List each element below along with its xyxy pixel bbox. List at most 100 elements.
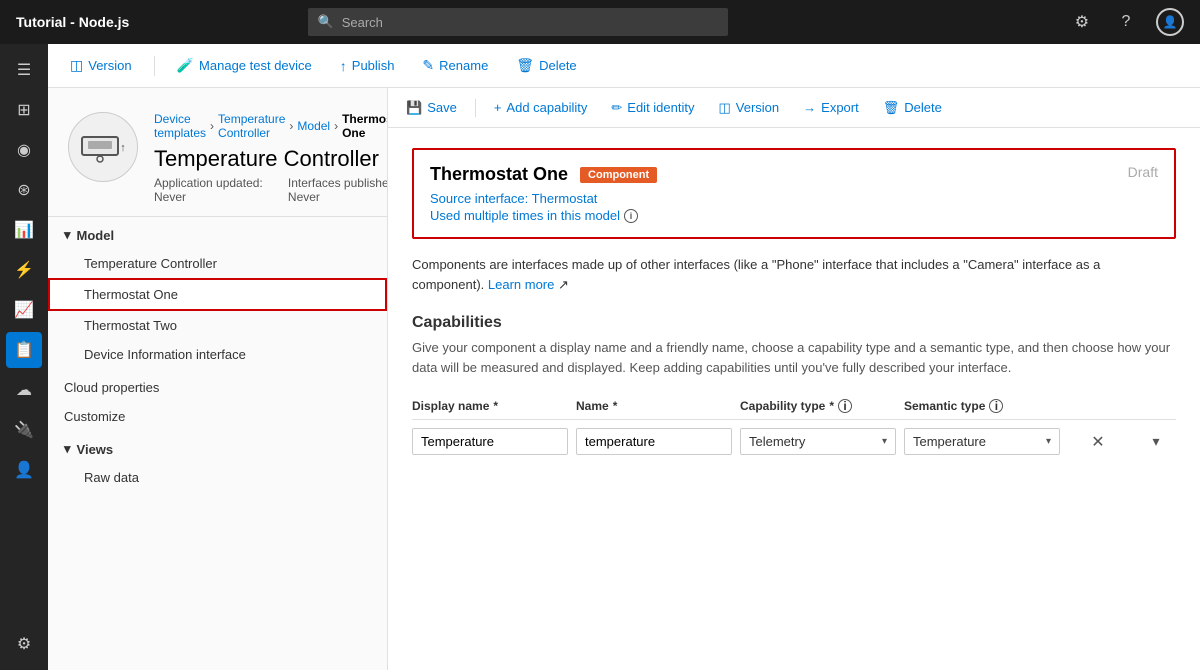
component-used: Used multiple times in this model i	[430, 208, 1158, 223]
name-input[interactable]	[576, 428, 732, 455]
views-section-header[interactable]: ▾ Views	[48, 435, 387, 463]
nav-item-thermostat-one[interactable]: Thermostat One	[48, 278, 387, 311]
component-header: Thermostat One Component	[430, 164, 1158, 185]
search-icon: 🔍	[318, 14, 334, 30]
edit-identity-button[interactable]: ✏ Edit identity	[605, 96, 700, 120]
expand-row-button[interactable]: ▾	[1136, 433, 1176, 450]
toolbar-sep-1	[154, 56, 155, 76]
header-text: Device templates › Temperature Controlle…	[154, 112, 388, 204]
nav-item-cloud-properties[interactable]: Cloud properties	[48, 373, 387, 402]
capability-type-info-icon[interactable]: i	[838, 399, 852, 413]
settings-icon[interactable]: ⚙	[1068, 8, 1096, 36]
display-name-input[interactable]	[412, 428, 568, 455]
model-section-header[interactable]: ▾ Model	[48, 221, 387, 249]
export-button[interactable]: → Export	[797, 96, 865, 119]
breadcrumb-temperature-controller[interactable]: Temperature Controller	[218, 112, 285, 140]
component-box: Thermostat One Component Draft Source in…	[412, 148, 1176, 239]
main-content: Thermostat One Component Draft Source in…	[388, 128, 1200, 670]
component-badge: Component	[580, 167, 657, 183]
rename-icon: ✎	[422, 57, 434, 74]
chevron-down-capability: ▾	[882, 436, 887, 447]
save-button[interactable]: 💾 Save	[400, 96, 463, 120]
nav-item-raw-data[interactable]: Raw data	[48, 463, 387, 492]
app-title: Tutorial - Node.js	[16, 14, 129, 30]
description-text: Components are interfaces made up of oth…	[412, 255, 1176, 294]
capabilities-title: Capabilities	[412, 314, 1176, 332]
help-icon[interactable]: ?	[1112, 8, 1140, 36]
main-toolbar: ◫ Version 🧪 Manage test device ↑ Publish…	[48, 44, 1200, 88]
sidebar-item-devices[interactable]: ◉	[6, 132, 42, 168]
breadcrumb-model[interactable]: Model	[297, 119, 330, 133]
nav-section-model: ▾ Model Temperature Controller Thermosta…	[48, 217, 387, 373]
nav-section-views: ▾ Views Raw data	[48, 431, 387, 496]
semantic-type-select[interactable]: Temperature ▾	[904, 428, 1060, 455]
col-name: Name *	[576, 399, 732, 413]
version-sub-button[interactable]: ◫ Version	[712, 96, 785, 120]
search-input[interactable]	[342, 15, 718, 30]
version-icon: ◫	[70, 57, 83, 74]
avatar[interactable]: 👤	[1156, 8, 1184, 36]
learn-more-link[interactable]: Learn more	[488, 277, 554, 292]
version-button[interactable]: ◫ Version	[64, 53, 138, 78]
chevron-down-icon-views: ▾	[64, 441, 71, 457]
sidebar-item-rules[interactable]: ⚡	[6, 252, 42, 288]
sidebar-item-users[interactable]: 👤	[6, 452, 42, 488]
sidebar-item-home[interactable]: ⊞	[6, 92, 42, 128]
sidebar-item-templates[interactable]: 📋	[6, 332, 42, 368]
save-icon: 💾	[406, 100, 422, 116]
icon-sidebar: ☰ ⊞ ◉ ⊛ 📊 ⚡ 📈 📋 ☁ 🔌 👤 ⚙	[0, 44, 48, 670]
chevron-down-semantic: ▾	[1046, 436, 1051, 447]
add-capability-button[interactable]: + Add capability	[488, 96, 594, 119]
delete-toolbar-button[interactable]: 🗑 Delete	[510, 53, 582, 78]
col-capability-type: Capability type * i	[740, 399, 896, 413]
top-bar-icons: ⚙ ? 👤	[1068, 8, 1184, 36]
capabilities-desc: Give your component a display name and a…	[412, 338, 1176, 377]
delete-sub-button[interactable]: 🗑 Delete	[877, 96, 948, 120]
publish-button[interactable]: ↑ Publish	[334, 54, 401, 78]
nav-item-customize[interactable]: Customize	[48, 402, 387, 431]
delete-row-button[interactable]: ✕	[1068, 432, 1128, 452]
search-bar[interactable]: 🔍	[308, 8, 728, 36]
nav-item-device-information[interactable]: Device Information interface	[48, 340, 387, 369]
col-semantic-type: Semantic type i	[904, 399, 1060, 413]
info-icon[interactable]: i	[624, 209, 638, 223]
nav-item-thermostat-two[interactable]: Thermostat Two	[48, 311, 387, 340]
main-area: ☰ ⊞ ◉ ⊛ 📊 ⚡ 📈 📋 ☁ 🔌 👤 ⚙ ◫ Version 🧪 Mana…	[0, 44, 1200, 670]
semantic-type-info-icon[interactable]: i	[989, 399, 1003, 413]
export-icon: →	[803, 100, 816, 115]
right-panel: ◫ Version 🧪 Manage test device ↑ Publish…	[48, 44, 1200, 670]
add-icon: +	[494, 100, 502, 115]
top-bar: Tutorial - Node.js 🔍 ⚙ ? 👤	[0, 0, 1200, 44]
chevron-down-icon: ▾	[64, 227, 71, 243]
version-sub-icon: ◫	[718, 100, 730, 116]
breadcrumb-device-templates[interactable]: Device templates	[154, 112, 206, 140]
rename-button[interactable]: ✎ Rename	[416, 53, 494, 78]
col-display-name: Display name *	[412, 399, 568, 413]
delete-sub-icon: 🗑	[883, 100, 900, 116]
publish-icon: ↑	[340, 58, 347, 74]
sidebar-item-cloud[interactable]: ☁	[6, 372, 42, 408]
sub-toolbar: 💾 Save + Add capability ✏ Edit identity …	[388, 88, 1200, 128]
draft-label: Draft	[1128, 164, 1158, 180]
page-title: Temperature Controller	[154, 146, 388, 172]
sidebar-item-hamburger[interactable]: ☰	[6, 52, 42, 88]
manage-test-device-button[interactable]: 🧪 Manage test device	[171, 53, 318, 78]
body-area: ↑ Device templates › Temperature Control…	[48, 88, 1200, 670]
sidebar-item-data[interactable]: 📈	[6, 292, 42, 328]
device-icon: ↑	[68, 112, 138, 182]
sidebar-item-groups[interactable]: ⊛	[6, 172, 42, 208]
capabilities-table-header: Display name * Name * Capability type * …	[412, 393, 1176, 420]
sub-sep-1	[475, 99, 476, 117]
nav-item-temperature-controller[interactable]: Temperature Controller	[48, 249, 387, 278]
capability-type-select[interactable]: Telemetry ▾	[740, 428, 896, 455]
manage-icon: 🧪	[177, 57, 194, 74]
sidebar-item-analytics[interactable]: 📊	[6, 212, 42, 248]
sidebar-item-plugins[interactable]: 🔌	[6, 412, 42, 448]
source-value: Thermostat	[532, 191, 598, 206]
component-source: Source interface: Thermostat	[430, 191, 1158, 206]
delete-icon: 🗑	[516, 57, 534, 74]
edit-icon: ✏	[611, 100, 622, 116]
content-area: 💾 Save + Add capability ✏ Edit identity …	[388, 88, 1200, 670]
sidebar-item-bottom[interactable]: ⚙	[6, 626, 42, 662]
header-meta: Application updated: Never Interfaces pu…	[154, 176, 388, 204]
